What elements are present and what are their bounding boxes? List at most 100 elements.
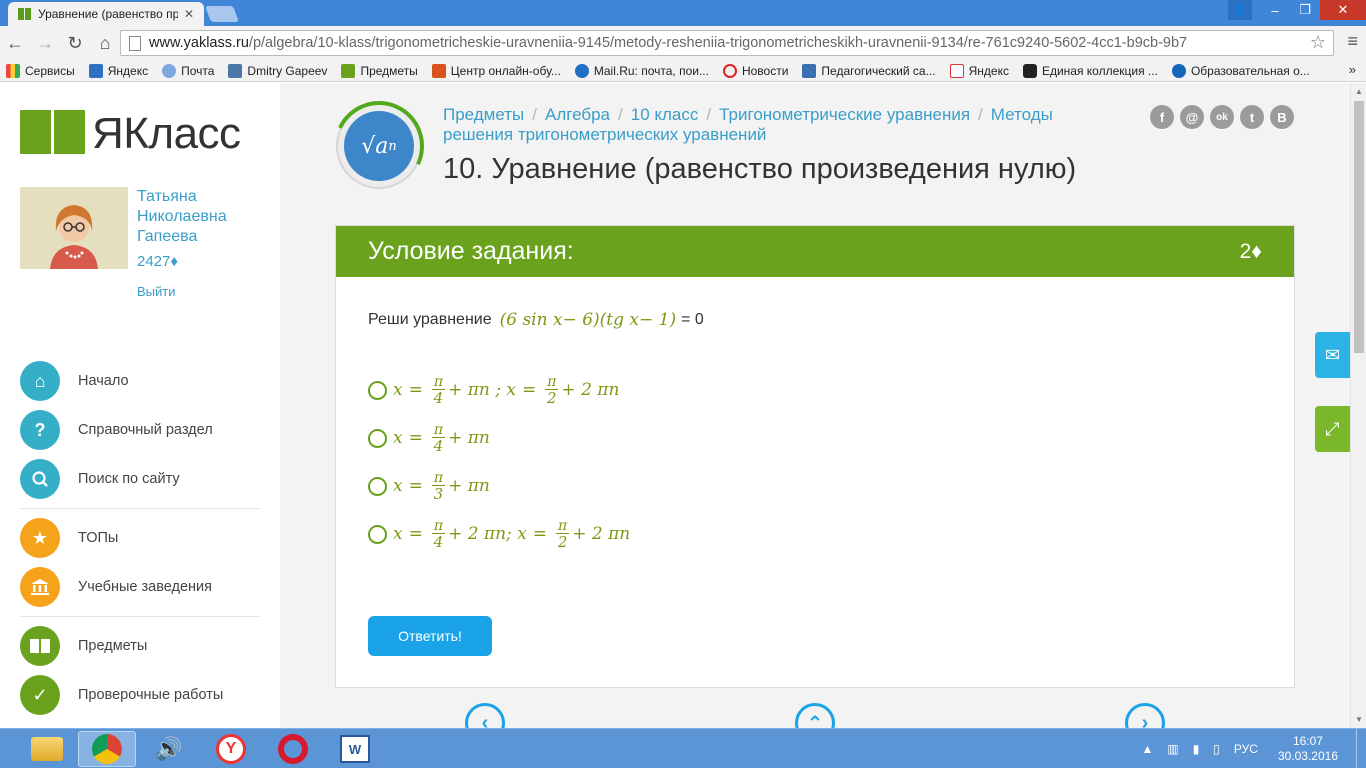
breadcrumb-link[interactable]: Алгебра: [545, 105, 610, 124]
bookmark-item[interactable]: Сервисы: [6, 63, 75, 78]
new-tab-button[interactable]: [205, 6, 239, 22]
open-book-logo-icon: [20, 110, 86, 158]
radio-button[interactable]: [368, 476, 387, 496]
radio-button[interactable]: [368, 524, 387, 544]
logo-text: ЯКласс: [92, 109, 241, 158]
signal-icon[interactable]: ▮: [1193, 742, 1200, 756]
check-icon: ✓: [20, 675, 60, 715]
chrome-taskbar-button[interactable]: [78, 731, 136, 767]
answer-option[interactable]: x = π 4 + πn: [368, 414, 630, 462]
network-icon[interactable]: ▥: [1167, 742, 1178, 756]
explorer-taskbar-button[interactable]: [18, 731, 76, 767]
radio-button[interactable]: [368, 428, 387, 448]
next-task-button[interactable]: ›: [1125, 703, 1165, 728]
book-icon: [20, 626, 60, 666]
sidebar-nav: ⌂ Начало ? Справочный раздел Поиск по са…: [20, 361, 260, 724]
user-name-link[interactable]: Татьяна Николаевна Гапеева: [137, 187, 267, 247]
sidebar-item-search[interactable]: Поиск по сайту: [20, 459, 260, 499]
prev-task-button[interactable]: ‹: [465, 703, 505, 728]
email-share-icon[interactable]: @: [1180, 105, 1204, 129]
sidebar-item-subjects[interactable]: Предметы: [20, 626, 260, 666]
fullscreen-button[interactable]: ⤢: [1315, 406, 1350, 452]
bookmark-item[interactable]: Почта: [162, 63, 214, 78]
bookmark-item[interactable]: Предметы: [341, 63, 418, 78]
bookmarks-overflow-button[interactable]: »: [1349, 62, 1356, 77]
sidebar-item-reference[interactable]: ? Справочный раздел: [20, 410, 260, 450]
intel-icon: [1171, 63, 1186, 78]
task-header-title: Условие задания:: [368, 237, 574, 265]
back-button[interactable]: ←: [0, 28, 30, 58]
up-task-button[interactable]: ⌃: [795, 703, 835, 728]
bookmark-item[interactable]: Педагогический са...: [802, 63, 936, 78]
scroll-up-arrow-icon[interactable]: ▲: [1355, 87, 1363, 96]
show-desktop-button[interactable]: [1356, 729, 1366, 768]
keyboard-language[interactable]: РУС: [1234, 742, 1258, 756]
clock-date: 30.03.2016: [1277, 749, 1338, 763]
task-card-header: Условие задания: 2♦: [336, 226, 1294, 277]
logout-link[interactable]: Выйти: [137, 284, 176, 299]
breadcrumb-link[interactable]: Предметы: [443, 105, 524, 124]
sidebar-item-label: Справочный раздел: [78, 422, 213, 438]
bookmark-item[interactable]: Центр онлайн-обу...: [431, 63, 561, 78]
sidebar: ЯКласс Татьяна Николаевна Гапеева 2427♦ …: [0, 83, 280, 728]
battery-icon[interactable]: ▯: [1213, 742, 1220, 756]
speaker-icon: 🔊: [155, 736, 183, 761]
browser-menu-icon[interactable]: ≡: [1347, 31, 1358, 52]
chevron-right-icon: ›: [1141, 711, 1149, 729]
sidebar-item-home[interactable]: ⌂ Начало: [20, 361, 260, 401]
twitter-icon[interactable]: t: [1240, 105, 1264, 129]
bookmark-item[interactable]: Единая коллекция ...: [1022, 63, 1158, 78]
scroll-down-arrow-icon[interactable]: ▼: [1355, 715, 1363, 724]
avatar[interactable]: [20, 187, 128, 269]
opera-taskbar-button[interactable]: [264, 731, 322, 767]
bookmark-item[interactable]: Образовательная о...: [1171, 63, 1310, 78]
submit-answer-button[interactable]: Ответить!: [368, 616, 492, 656]
algebra-subject-badge: √a n: [321, 88, 437, 204]
bookmark-item[interactable]: Mail.Ru: почта, пои...: [574, 63, 709, 78]
sidebar-divider: [20, 616, 260, 617]
breadcrumb-link[interactable]: Тригонометрические уравнения: [719, 105, 970, 124]
user-profile-icon[interactable]: 👤: [1228, 0, 1252, 20]
feedback-mail-button[interactable]: ✉: [1315, 332, 1350, 378]
question-icon: ?: [20, 410, 60, 450]
main-content: √a n Предметы / Алгебра / 10 класс / Тригономет…: [280, 83, 1350, 728]
reload-button[interactable]: ↻: [60, 28, 90, 58]
tab-close-icon[interactable]: ✕: [184, 7, 194, 21]
answer-option[interactable]: x = π 3 + πn: [368, 462, 630, 510]
scrollbar-thumb[interactable]: [1354, 101, 1364, 353]
url-host: www.yaklass.ru: [149, 35, 249, 51]
sidebar-item-tops[interactable]: ★ ТОПы: [20, 518, 260, 558]
yaklass-logo[interactable]: ЯКласс: [20, 109, 241, 159]
facebook-icon[interactable]: f: [1150, 105, 1174, 129]
browser-tab-active[interactable]: Уравнение (равенство пр ✕: [8, 2, 204, 26]
breadcrumb-link[interactable]: 10 класс: [631, 105, 699, 124]
word-taskbar-button[interactable]: W: [326, 731, 384, 767]
address-bar[interactable]: www.yaklass.ru/p/algebra/10-klass/trigon…: [120, 30, 1334, 56]
yandex-browser-taskbar-button[interactable]: Y: [202, 731, 260, 767]
collection-icon: [1022, 63, 1037, 78]
odnoklassniki-icon[interactable]: ok: [1210, 105, 1234, 129]
minimize-button[interactable]: –: [1260, 0, 1290, 20]
maximize-button[interactable]: ❐: [1290, 0, 1320, 20]
page-scrollbar[interactable]: ▲ ▼: [1350, 83, 1366, 728]
media-taskbar-button[interactable]: 🔊: [140, 731, 198, 767]
question-equation: (6 sin x− 6)(tg x− 1): [499, 310, 677, 330]
bookmark-item[interactable]: Новости: [722, 63, 788, 78]
bookmark-item[interactable]: Dmitry Gapeev: [228, 63, 327, 78]
clock[interactable]: 16:07 30.03.2016: [1278, 734, 1338, 764]
sidebar-item-institutions[interactable]: Учебные заведения: [20, 567, 260, 607]
vk-icon[interactable]: B: [1270, 105, 1294, 129]
home-button[interactable]: ⌂: [90, 28, 120, 58]
window-close-button[interactable]: ✕: [1320, 0, 1366, 20]
answer-option[interactable]: x = π 4 + πn ; x = π 2 + 2 πn: [368, 366, 630, 414]
forward-button[interactable]: →: [30, 28, 60, 58]
breadcrumb-separator: /: [706, 105, 712, 124]
tray-arrow-icon[interactable]: ▲: [1141, 742, 1153, 756]
radio-button[interactable]: [368, 380, 387, 400]
expand-icon: ⤢: [1325, 418, 1340, 439]
answer-option[interactable]: x = π 4 + 2 πn; x = π 2 + 2 πn: [368, 510, 630, 558]
bookmark-star-icon[interactable]: ☆: [1310, 32, 1326, 53]
bookmark-item[interactable]: Яндекс: [949, 63, 1009, 78]
bookmark-item[interactable]: Яндекс: [88, 63, 148, 78]
sidebar-item-tests[interactable]: ✓ Проверочные работы: [20, 675, 260, 715]
